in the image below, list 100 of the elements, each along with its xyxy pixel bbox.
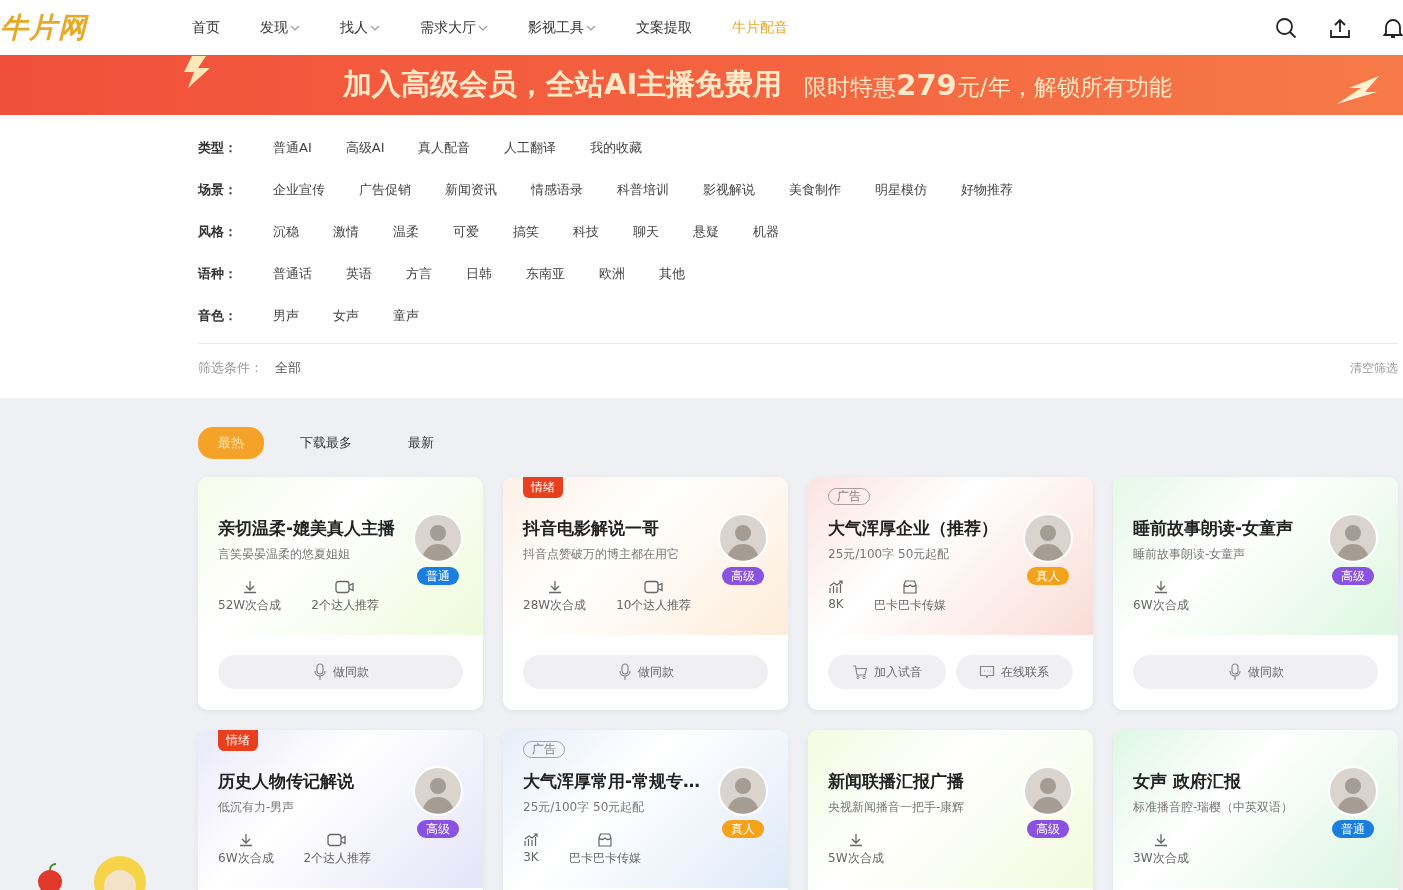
filter-option[interactable]: 童声 — [393, 307, 419, 325]
voice-subtitle: 抖音点赞破万的博主都在用它 — [523, 546, 679, 563]
stat-text: 3K — [523, 850, 539, 864]
filter-option[interactable]: 企业宣传 — [273, 181, 325, 199]
filter-option[interactable]: 日韩 — [466, 265, 492, 283]
level-badge: 高级 — [1027, 820, 1069, 838]
action-button[interactable]: 在线联系 — [955, 655, 1073, 689]
voice-title: 睡前故事朗读-女童声 — [1133, 517, 1294, 540]
filter-option[interactable]: 搞笑 — [513, 223, 539, 241]
sort-tab[interactable]: 最新 — [388, 427, 454, 459]
nav-link[interactable]: 找人 — [340, 18, 380, 37]
filter-option[interactable]: 方言 — [406, 265, 432, 283]
filter-option[interactable]: 美食制作 — [789, 181, 841, 199]
filter-option[interactable]: 激情 — [333, 223, 359, 241]
filter-option[interactable]: 情感语录 — [531, 181, 583, 199]
voice-title: 抖音电影解说一哥 — [523, 517, 660, 540]
filter-option[interactable]: 温柔 — [393, 223, 419, 241]
filter-label: 类型： — [198, 139, 238, 157]
filter-option[interactable]: 其他 — [659, 265, 685, 283]
avatar-icon — [718, 513, 768, 563]
search-icon[interactable] — [1275, 16, 1297, 39]
banner-headline: 加入高级会员，全站AI主播免费用 — [343, 66, 783, 103]
avatar-icon — [1328, 766, 1378, 816]
action-button[interactable]: 加入试音 — [828, 655, 946, 689]
filter-option[interactable]: 聊天 — [633, 223, 659, 241]
filter-label: 场景： — [198, 181, 238, 199]
action-button[interactable]: 做同款 — [218, 655, 463, 689]
chart-icon — [523, 832, 539, 848]
filter-option[interactable]: 女声 — [333, 307, 359, 325]
chart-icon — [828, 579, 844, 595]
microphone-icon — [312, 663, 327, 681]
voice-card[interactable]: 女声 政府汇报 标准播音腔-瑞樱（中英双语） 普通 3W次合成 — [1113, 730, 1398, 890]
filter-option[interactable]: 欧洲 — [599, 265, 625, 283]
filter-option[interactable]: 真人配音 — [418, 139, 471, 157]
level-badge: 高级 — [417, 820, 459, 838]
voice-title: 女声 政府汇报 — [1133, 770, 1242, 793]
level-badge: 高级 — [1332, 567, 1374, 585]
nav-link[interactable]: 文案提取 — [636, 18, 692, 37]
microphone-icon — [1227, 663, 1242, 681]
filter-option[interactable]: 新闻资讯 — [445, 181, 497, 199]
filter-option[interactable]: 普通AI — [273, 139, 312, 157]
filter-option[interactable]: 我的收藏 — [590, 139, 643, 157]
filter-option[interactable]: 广告促销 — [359, 181, 411, 199]
avatar-icon — [413, 766, 463, 816]
voice-card[interactable]: 广告 大气浑厚企业（推荐） 25元/100字 50元起配 真人 8K 巴卡巴卡传媒 加入试音 在线联系 — [808, 477, 1093, 710]
filter-option[interactable]: 东南亚 — [526, 265, 565, 283]
filter-option[interactable]: 明星模仿 — [875, 181, 927, 199]
stat-text: 28W次合成 — [523, 597, 587, 614]
nav-link[interactable]: 需求大厅 — [420, 18, 488, 37]
filter-option[interactable]: 可爱 — [453, 223, 479, 241]
microphone-icon — [617, 663, 632, 681]
banner-offer: 限时特惠279元/年，解锁所有功能 — [804, 67, 1172, 103]
stat-text: 2个达人推荐 — [303, 850, 372, 867]
nav-link[interactable]: 发现 — [260, 18, 300, 37]
cart-icon — [851, 664, 868, 680]
nav-link[interactable]: 影视工具 — [528, 18, 596, 37]
level-badge: 普通 — [417, 567, 459, 585]
filter-option[interactable]: 人工翻译 — [504, 139, 557, 157]
voice-card[interactable]: 新闻联播汇报广播 央视新闻播音一把手-康辉 高级 5W次合成 — [808, 730, 1093, 890]
filter-option[interactable]: 科技 — [573, 223, 599, 241]
voice-card[interactable]: 情绪 历史人物传记解说 低沉有力-男声 高级 6W次合成 2个达人推荐 — [198, 730, 483, 890]
sort-tab[interactable]: 下载最多 — [280, 427, 372, 459]
voice-subtitle: 睡前故事朗读-女童声 — [1133, 546, 1247, 563]
avatar-icon — [1328, 513, 1378, 563]
nav-link[interactable]: 首页 — [192, 18, 220, 37]
shop-icon — [902, 579, 918, 595]
voice-card[interactable]: 情绪 抖音电影解说一哥 抖音点赞破万的博主都在用它 高级 28W次合成 10个达人推荐 做同款 — [503, 477, 788, 710]
filter-option[interactable]: 悬疑 — [693, 223, 719, 241]
stat-text: 2个达人推荐 — [311, 597, 379, 614]
voice-title: 亲切温柔-媲美真人主播 — [218, 517, 396, 540]
stat-text: 52W次合成 — [218, 597, 282, 614]
action-button[interactable]: 做同款 — [1133, 655, 1378, 689]
avatar-icon — [413, 513, 463, 563]
level-badge: 普通 — [1332, 820, 1374, 838]
download-icon — [241, 579, 258, 595]
upload-icon[interactable] — [1329, 16, 1351, 39]
filter-option[interactable]: 沉稳 — [273, 223, 299, 241]
chevron-down-icon — [586, 24, 596, 31]
filter-option[interactable]: 科普培训 — [617, 181, 669, 199]
filter-option[interactable]: 好物推荐 — [961, 181, 1013, 199]
filter-option[interactable]: 英语 — [346, 265, 372, 283]
filter-option[interactable]: 影视解说 — [703, 181, 755, 199]
filter-option[interactable]: 男声 — [273, 307, 299, 325]
filter-option[interactable]: 普通话 — [273, 265, 312, 283]
category-tag: 情绪 — [218, 730, 258, 751]
voice-card[interactable]: 睡前故事朗读-女童声 睡前故事朗读-女童声 高级 6W次合成 做同款 — [1113, 477, 1398, 710]
stat-text: 6W次合成 — [218, 850, 274, 867]
filter-option[interactable]: 机器 — [753, 223, 779, 241]
chevron-down-icon — [290, 24, 300, 31]
chevron-down-icon — [478, 24, 488, 31]
voice-card[interactable]: 广告 大气浑厚常用-常规专… 25元/100字 50元起配 真人 3K 巴卡巴卡传媒 — [503, 730, 788, 890]
voice-card[interactable]: 亲切温柔-媲美真人主播 言笑晏晏温柔的悠夏姐姐 普通 52W次合成 2个达人推荐 做同款 — [198, 477, 483, 710]
filter-label: 风格： — [198, 223, 238, 241]
level-badge: 高级 — [722, 567, 764, 585]
lightning-icon — [1335, 75, 1381, 105]
bell-icon[interactable] — [1383, 16, 1403, 39]
download-icon — [847, 832, 864, 848]
action-button[interactable]: 做同款 — [523, 655, 768, 689]
avatar-icon — [1023, 513, 1073, 563]
filter-option[interactable]: 高级AI — [345, 139, 385, 157]
